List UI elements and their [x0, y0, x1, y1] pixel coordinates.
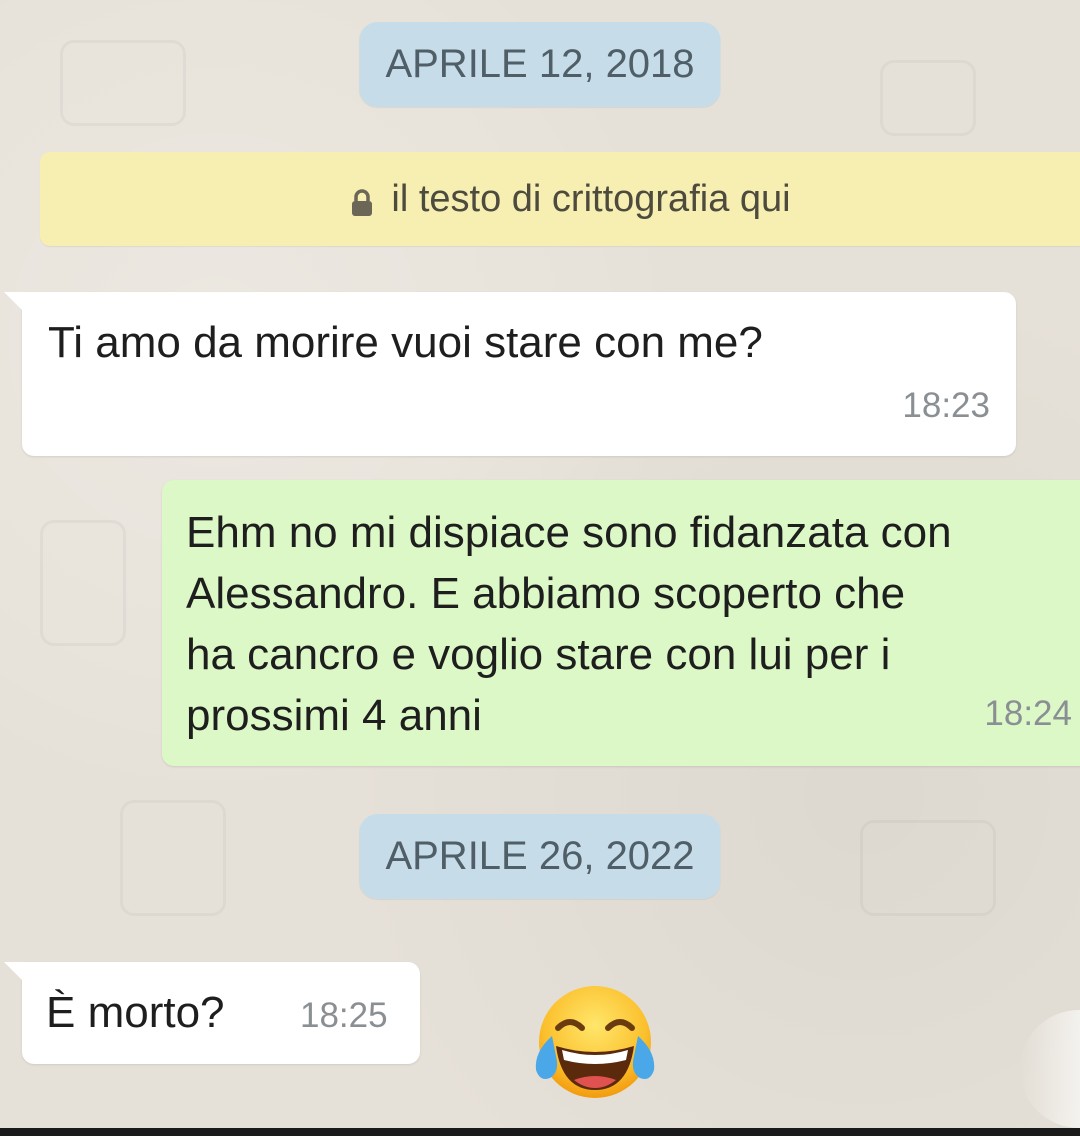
wallpaper-doodle: [860, 820, 996, 916]
message-timestamp: 18:23: [902, 386, 990, 425]
wallpaper-doodle: [40, 520, 126, 646]
message-bubble-incoming[interactable]: Ti amo da morire vuoi stare con me? 18:2…: [4, 292, 1016, 456]
date-separator: APRILE 26, 2022: [359, 814, 721, 899]
encryption-notice-text: il testo di crittografia qui: [391, 177, 791, 220]
date-separator: APRILE 12, 2018: [359, 22, 721, 107]
bottom-edge: [0, 1128, 1080, 1136]
message-timestamp: 18:24: [984, 694, 1072, 733]
message-text: Ti amo da morire vuoi stare con me?: [48, 318, 763, 367]
bubble-tail: [4, 962, 26, 984]
wallpaper-doodle: [120, 800, 226, 916]
bubble-tail: [4, 292, 26, 314]
message-bubble-outgoing[interactable]: Ehm no mi dispiace sono fidanzata con Al…: [162, 480, 1080, 766]
message-text: Ehm no mi dispiace sono fidanzata con Al…: [186, 508, 952, 740]
encryption-notice[interactable]: il testo di crittografia qui: [40, 152, 1080, 246]
wallpaper-doodle: [880, 60, 976, 136]
message-bubble-incoming[interactable]: È morto? 18:25: [4, 962, 420, 1064]
message-text: È morto?: [46, 988, 225, 1037]
lock-icon: [349, 185, 375, 216]
wallpaper-doodle: [60, 40, 186, 126]
face-with-tears-of-joy-icon: [528, 982, 662, 1104]
message-timestamp: 18:25: [300, 996, 388, 1035]
